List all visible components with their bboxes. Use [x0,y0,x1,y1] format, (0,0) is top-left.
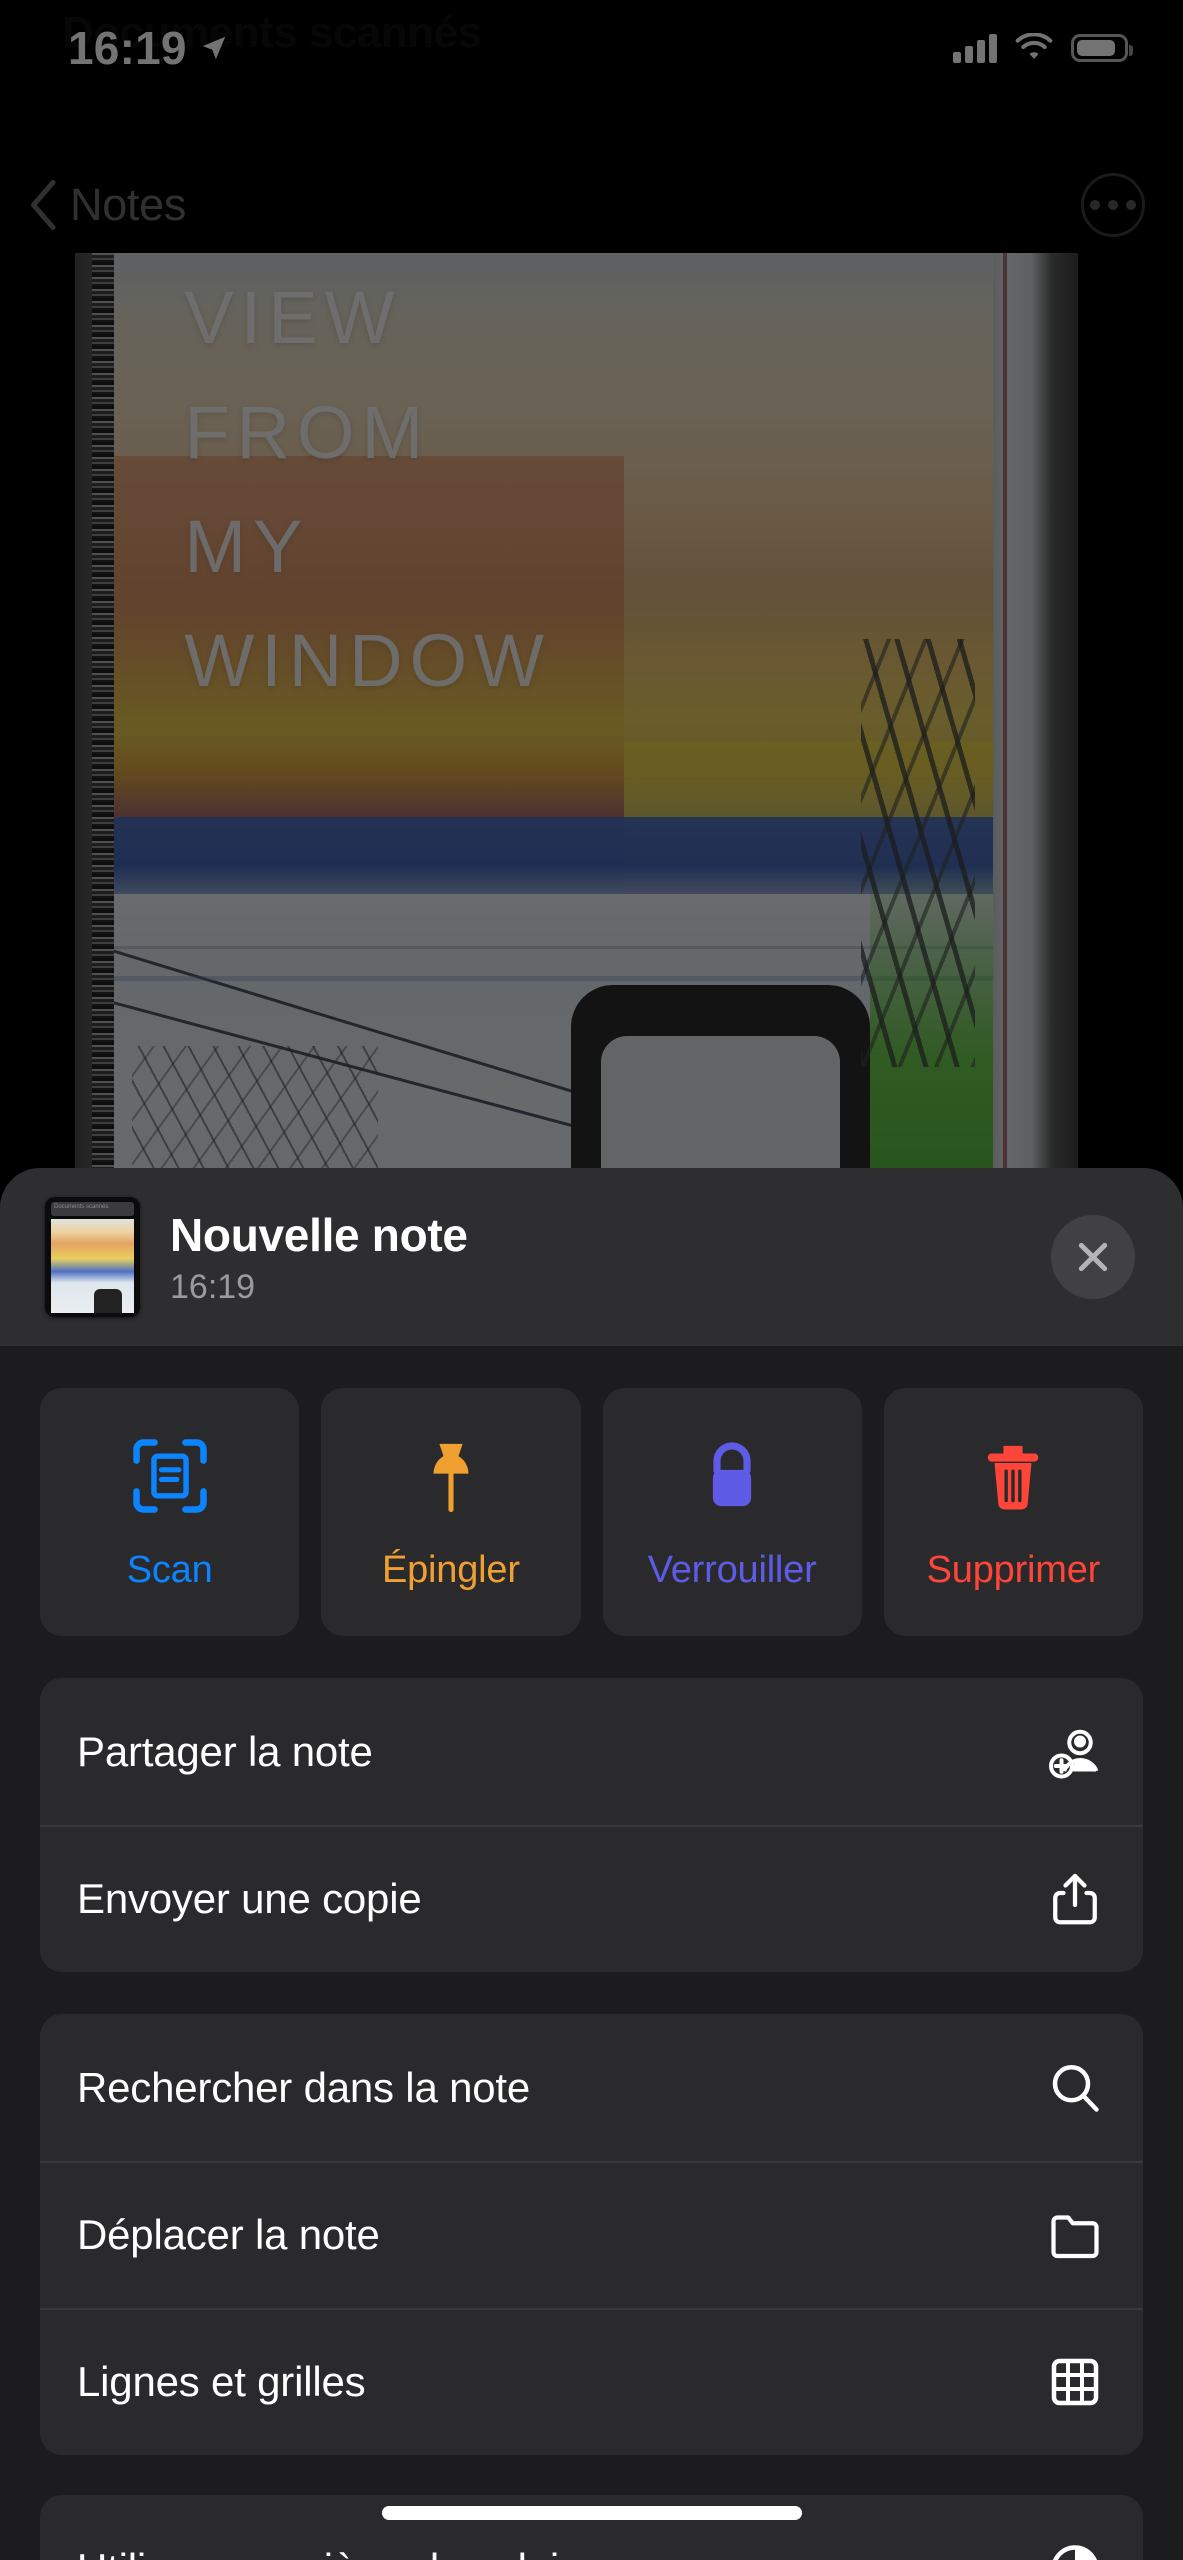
lock-icon [691,1433,773,1519]
contrast-circle-icon [1044,2538,1106,2560]
lock-label: Verrouiller [647,1548,817,1591]
folder-icon [1044,2204,1106,2266]
sheet-group-appearance: Utiliser un arrière-plan clair [40,2495,1143,2560]
share-icon [1044,1868,1106,1930]
trash-icon [972,1433,1054,1519]
search-in-note-row[interactable]: Rechercher dans la note [40,2014,1143,2161]
thumbnail-title: Documents scannés [54,1204,109,1210]
grid-icon [1044,2351,1106,2413]
delete-button[interactable]: Supprimer [883,1388,1143,1636]
send-copy-row[interactable]: Envoyer une copie [40,1825,1143,1972]
pin-icon [410,1433,492,1519]
note-timestamp: 16:19 [170,1267,256,1306]
send-copy-label: Envoyer une copie [77,1874,422,1922]
scan-label: Scan [126,1548,213,1591]
sheet-group-sharing: Partager la note Envoyer une copie [40,1678,1143,1972]
sheet-group-tools: Rechercher dans la note Déplacer la note [40,2014,1143,2455]
quick-actions-row: Scan Épingler Verrouiller Supprimer [40,1388,1143,1636]
sheet-body: Scan Épingler Verrouiller Supprimer Part… [0,1346,1183,2560]
pin-button[interactable]: Épingler [321,1388,581,1636]
document-scanner-icon [129,1433,211,1519]
share-note-label: Partager la note [77,1727,373,1775]
search-icon [1044,2057,1106,2119]
search-in-note-label: Rechercher dans la note [77,2063,531,2111]
note-title: Nouvelle note [170,1208,468,1261]
share-note-row[interactable]: Partager la note [40,1678,1143,1825]
move-note-label: Déplacer la note [77,2210,380,2258]
light-background-label: Utiliser un arrière-plan clair [77,2545,573,2560]
lines-and-grids-row[interactable]: Lignes et grilles [40,2308,1143,2455]
move-note-row[interactable]: Déplacer la note [40,2161,1143,2308]
thumbnail-image [51,1219,134,1313]
delete-label: Supprimer [926,1548,1101,1591]
note-thumbnail: Documents scannés [45,1197,140,1317]
lines-and-grids-label: Lignes et grilles [77,2357,366,2405]
scan-button[interactable]: Scan [40,1388,300,1636]
home-indicator [381,2506,802,2520]
pin-label: Épingler [381,1548,520,1591]
person-add-icon [1044,1721,1106,1783]
close-button[interactable] [1051,1215,1135,1299]
note-options-sheet: Documents scannés Nouvelle note 16:19 Sc… [0,1168,1183,2560]
sheet-title-block: Nouvelle note 16:19 [170,1208,1021,1307]
lock-button[interactable]: Verrouiller [602,1388,862,1636]
close-icon [1078,1242,1108,1272]
light-background-row[interactable]: Utiliser un arrière-plan clair [40,2495,1143,2560]
sheet-header: Documents scannés Nouvelle note 16:19 [0,1168,1183,1346]
